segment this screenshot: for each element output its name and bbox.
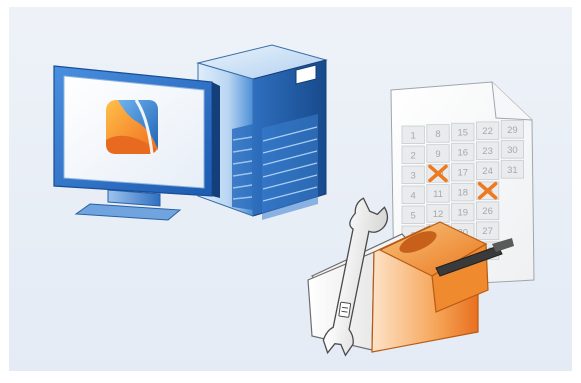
calendar-date: 17 bbox=[458, 168, 469, 179]
application-logo-icon bbox=[106, 99, 158, 155]
calendar-date: 12 bbox=[433, 209, 444, 220]
calendar-date: 3 bbox=[411, 170, 416, 181]
calendar-date: 15 bbox=[458, 128, 469, 139]
calendar-date: 1 bbox=[411, 130, 416, 141]
calendar-date: 18 bbox=[458, 188, 469, 199]
calendar-date: 16 bbox=[458, 148, 469, 159]
calendar-date: 2 bbox=[411, 150, 416, 161]
calendar-date: 30 bbox=[507, 145, 518, 156]
calendar-date: 8 bbox=[435, 129, 440, 140]
illustration-canvas: 1815222929162330310172431411182551219266… bbox=[9, 7, 572, 371]
calendar-date: 23 bbox=[482, 146, 493, 157]
calendar-date: 24 bbox=[482, 166, 493, 177]
calendar-date: 26 bbox=[482, 206, 493, 217]
calendar-date: 31 bbox=[507, 165, 518, 176]
calendar-date: 29 bbox=[507, 125, 518, 136]
calendar-date: 9 bbox=[435, 149, 440, 160]
calendar-date: 5 bbox=[411, 210, 416, 221]
calendar-date: 11 bbox=[433, 189, 443, 200]
calendar-date: 27 bbox=[482, 226, 493, 237]
illustration: 1815222929162330310172431411182551219266… bbox=[0, 0, 581, 378]
calendar-date: 19 bbox=[458, 208, 469, 219]
calendar-date: 22 bbox=[482, 126, 493, 137]
calendar-date: 4 bbox=[411, 190, 416, 201]
